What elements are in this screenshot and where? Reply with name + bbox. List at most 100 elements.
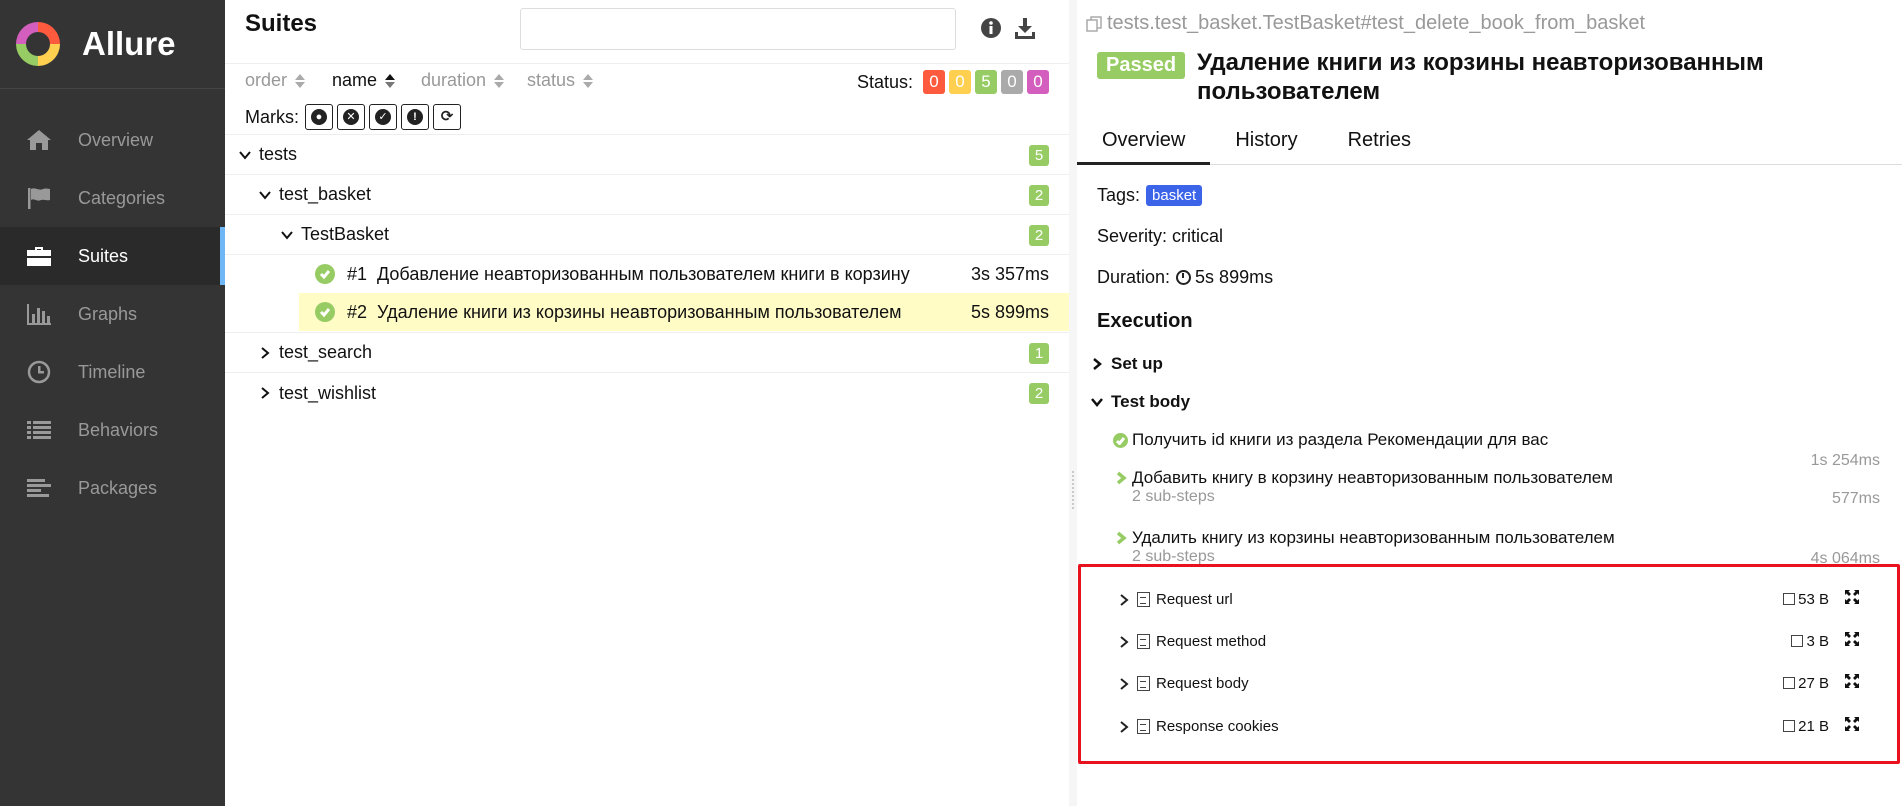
tab-history[interactable]: History bbox=[1210, 120, 1322, 165]
sort-order[interactable]: order bbox=[245, 70, 306, 91]
tree-node-test-search[interactable]: test_search 1 bbox=[225, 333, 1069, 373]
test-name: Добавление неавторизованным пользователе… bbox=[377, 263, 910, 284]
attachment-row[interactable]: Request body 27 B bbox=[1119, 670, 1859, 696]
chevron-right-icon bbox=[1113, 531, 1128, 546]
status-failed-toggle[interactable]: 0 bbox=[923, 70, 945, 94]
sidebar-item-categories[interactable]: Categories bbox=[0, 169, 225, 227]
info-button[interactable] bbox=[977, 14, 1005, 42]
test-case-row[interactable]: #1 Добавление неавторизованным пользоват… bbox=[299, 255, 1069, 293]
passed-count-badge: 2 bbox=[1029, 383, 1049, 404]
sidebar-item-label: Packages bbox=[78, 477, 158, 498]
suites-header: Suites bbox=[225, 0, 1069, 64]
mark-flaky-button[interactable]: ● bbox=[305, 104, 333, 130]
attachment-size-value: 21 B bbox=[1798, 717, 1829, 735]
sidebar-item-behaviors[interactable]: Behaviors bbox=[0, 401, 225, 459]
passed-status-icon bbox=[1113, 432, 1128, 448]
mark-retries-button[interactable]: ⟳ bbox=[433, 104, 461, 130]
suites-pane: Suites order name duration status Status… bbox=[225, 0, 1069, 806]
duration-label: Duration: bbox=[1097, 267, 1171, 287]
setup-section-toggle[interactable]: Set up bbox=[1091, 354, 1163, 374]
step-row[interactable]: Добавить книгу в корзину неавторизованны… bbox=[1113, 468, 1880, 507]
attachment-size: 53 B bbox=[1783, 591, 1829, 608]
step-row[interactable]: Получить id книги из раздела Рекомендаци… bbox=[1113, 430, 1880, 469]
pane-splitter[interactable] bbox=[1069, 0, 1077, 806]
sidebar-item-overview[interactable]: Overview bbox=[0, 111, 225, 169]
marks-label: Marks: bbox=[245, 106, 299, 127]
test-number: #2 bbox=[347, 301, 368, 322]
chevron-right-icon bbox=[1119, 635, 1131, 648]
file-code-icon bbox=[1137, 675, 1150, 691]
step-substeps: 2 sub-steps bbox=[1132, 488, 1215, 505]
tree-node-test-basket-class[interactable]: TestBasket 2 bbox=[225, 215, 1069, 255]
sidebar-nav: Overview Categories Suites Graphs Timeli… bbox=[0, 111, 225, 517]
passed-status-icon bbox=[315, 302, 335, 322]
test-body-section-toggle[interactable]: Test body bbox=[1091, 392, 1190, 412]
test-full-path[interactable]: tests.test_basket.TestBasket#test_delete… bbox=[1085, 12, 1645, 35]
expand-icon bbox=[1845, 632, 1859, 646]
test-case-row-selected[interactable]: #2 Удаление книги из корзины неавторизов… bbox=[299, 293, 1069, 331]
search-input[interactable] bbox=[520, 8, 956, 50]
download-button[interactable] bbox=[1011, 14, 1039, 42]
status-unknown-toggle[interactable]: 0 bbox=[1027, 70, 1049, 94]
allure-logo-icon bbox=[16, 22, 60, 66]
status-broken-toggle[interactable]: 0 bbox=[949, 70, 971, 94]
sort-duration[interactable]: duration bbox=[421, 70, 505, 91]
exclamation-circle-icon: ! bbox=[407, 109, 423, 125]
file-text-icon bbox=[1137, 633, 1150, 649]
attachment-row[interactable]: Request url 53 B bbox=[1119, 586, 1859, 612]
test-duration: 3s 357ms bbox=[970, 263, 1049, 284]
expand-button[interactable] bbox=[1845, 590, 1859, 608]
passed-count-badge: 2 bbox=[1029, 185, 1049, 206]
chevron-right-icon bbox=[1093, 358, 1102, 370]
expand-button[interactable] bbox=[1845, 717, 1859, 735]
step-name: Получить id книги из раздела Рекомендаци… bbox=[1132, 430, 1549, 449]
sidebar-item-packages[interactable]: Packages bbox=[0, 459, 225, 517]
expand-button[interactable] bbox=[1845, 674, 1859, 692]
attachment-row[interactable]: Response cookies 21 B bbox=[1119, 713, 1859, 739]
tree-node-test-basket[interactable]: test_basket 2 bbox=[225, 175, 1069, 215]
tree-node-label: TestBasket bbox=[301, 224, 390, 244]
brand[interactable]: Allure bbox=[0, 0, 225, 89]
tree-node-test-wishlist[interactable]: test_wishlist 2 bbox=[225, 373, 1069, 413]
sidebar-item-label: Graphs bbox=[78, 303, 138, 324]
sidebar-item-timeline[interactable]: Timeline bbox=[0, 343, 225, 401]
mark-new-broken-button[interactable]: ! bbox=[401, 104, 429, 130]
execution-heading: Execution bbox=[1097, 310, 1193, 332]
status-filter-label: Status: bbox=[856, 71, 913, 92]
attachment-name: Request body bbox=[1156, 674, 1249, 692]
sort-name[interactable]: name bbox=[332, 70, 396, 91]
sort-bar: order name duration status Status: 0 0 5… bbox=[225, 66, 1069, 96]
sidebar-item-graphs[interactable]: Graphs bbox=[0, 285, 225, 343]
expand-button[interactable] bbox=[1845, 632, 1859, 650]
status-passed-toggle[interactable]: 5 bbox=[975, 70, 997, 94]
attachment-size: 21 B bbox=[1783, 718, 1829, 735]
download-icon bbox=[1015, 18, 1035, 39]
tree-node-tests[interactable]: tests 5 bbox=[225, 135, 1069, 175]
mark-new-passed-button[interactable]: ✓ bbox=[369, 104, 397, 130]
status-filter: Status: 0 0 5 0 0 bbox=[857, 70, 1049, 94]
sort-status[interactable]: status bbox=[527, 70, 594, 91]
tree-node-label: test_wishlist bbox=[279, 382, 377, 403]
attachment-size-value: 53 B bbox=[1798, 590, 1829, 608]
tab-overview[interactable]: Overview bbox=[1077, 120, 1211, 165]
tab-retries[interactable]: Retries bbox=[1323, 120, 1436, 165]
attachment-name: Request method bbox=[1156, 632, 1267, 650]
sidebar: Allure Overview Categories Suites Graphs… bbox=[0, 0, 225, 806]
passed-count-badge: 2 bbox=[1029, 225, 1049, 246]
mark-new-failed-button[interactable]: ✕ bbox=[337, 104, 365, 130]
flag-icon bbox=[24, 186, 54, 210]
tree-node-label: test_search bbox=[279, 342, 373, 362]
attachment-size-value: 3 B bbox=[1806, 632, 1829, 650]
step-row[interactable]: Удалить книгу из корзины неавторизованны… bbox=[1113, 528, 1880, 567]
passed-count-badge: 5 bbox=[1029, 145, 1049, 166]
duration-value: 5s 899ms bbox=[1195, 267, 1274, 287]
attachment-row[interactable]: Request method 3 B bbox=[1119, 628, 1859, 654]
bar-chart-icon bbox=[24, 302, 54, 326]
sidebar-item-label: Overview bbox=[78, 129, 154, 150]
sidebar-item-suites[interactable]: Suites bbox=[0, 227, 225, 285]
save-icon bbox=[1791, 635, 1804, 647]
test-list: #1 Добавление неавторизованным пользоват… bbox=[225, 255, 1069, 333]
page-title: Suites bbox=[245, 10, 318, 37]
brand-name: Allure bbox=[82, 25, 176, 62]
status-skipped-toggle[interactable]: 0 bbox=[1001, 70, 1023, 94]
